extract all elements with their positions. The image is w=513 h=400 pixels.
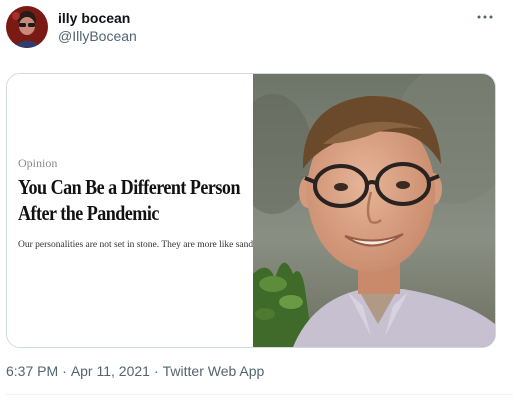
article-section-label: Opinion	[18, 156, 58, 170]
article-headline: You Can Be a Different Person After the …	[18, 175, 240, 225]
more-icon	[477, 15, 493, 19]
tweet-timestamp: 6:37 PM · Apr 11, 2021 · Twitter Web App	[6, 363, 264, 379]
meta-separator: ·	[62, 363, 67, 379]
article-summary: Our personalities are not set in stone. …	[18, 240, 253, 250]
more-options-button[interactable]	[475, 10, 495, 24]
tweet-date-link[interactable]: Apr 11, 2021	[71, 363, 150, 379]
tweet-time-link[interactable]: 6:37 PM	[6, 363, 58, 379]
article-screenshot: Opinion You Can Be a Different Person Af…	[7, 74, 253, 347]
avatar[interactable]	[6, 6, 48, 48]
user-handle[interactable]: @IllyBocean	[58, 28, 137, 44]
display-name[interactable]: illy bocean	[58, 10, 130, 26]
divider	[6, 394, 513, 395]
tweet-source-link[interactable]: Twitter Web App	[163, 363, 265, 379]
meta-separator: ·	[153, 363, 159, 379]
tweet-media[interactable]: Opinion You Can Be a Different Person Af…	[6, 73, 496, 348]
tweet: illy bocean @IllyBocean Opinion You Can …	[0, 0, 513, 400]
portrait-photo	[253, 74, 495, 347]
